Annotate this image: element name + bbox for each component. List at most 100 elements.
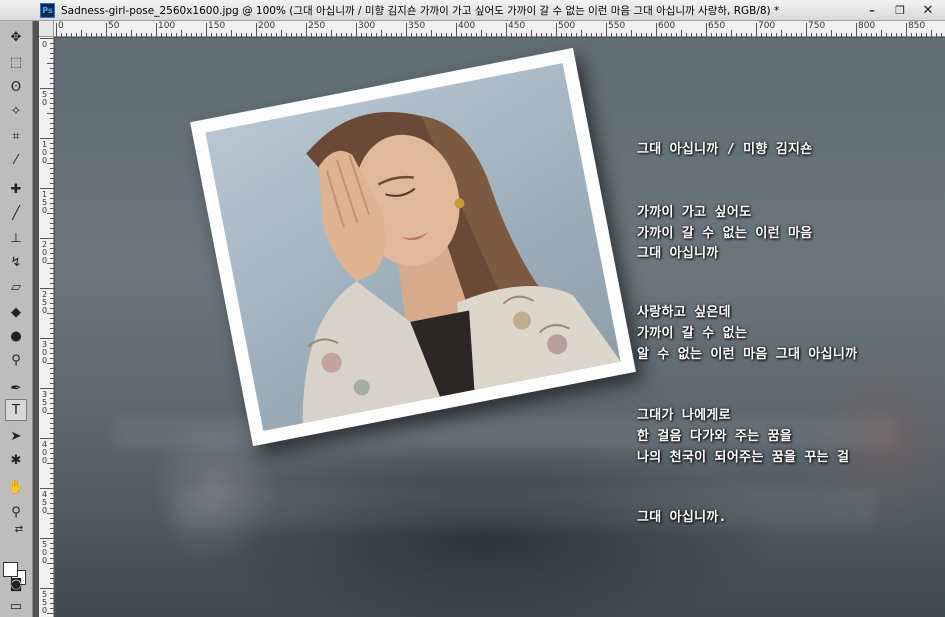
pen-tool-icon[interactable]: ✒	[5, 377, 27, 399]
ruler-label: 500	[558, 21, 576, 31]
stamp-tool-icon[interactable]: ⊥	[5, 227, 27, 249]
ruler-minor-tick	[50, 268, 54, 269]
swap-colors-icon[interactable]: ⇄	[10, 521, 28, 537]
ruler-minor-tick	[141, 33, 142, 37]
lasso-tool-icon[interactable]: ʘ	[5, 76, 27, 98]
ruler-major-tick	[40, 138, 54, 139]
type-tool-icon[interactable]: T	[5, 399, 27, 421]
move-tool-icon[interactable]: ✥	[5, 26, 27, 48]
ruler-minor-tick	[50, 173, 54, 174]
ruler-minor-tick	[50, 298, 54, 299]
ruler-major-tick	[906, 23, 907, 37]
paint-bucket-tool-icon[interactable]: ◆	[5, 301, 27, 323]
eraser-tool-icon[interactable]: ▱	[5, 276, 27, 298]
ruler-major-tick	[756, 23, 757, 37]
ruler-label: 250	[42, 290, 48, 315]
ruler-minor-tick	[50, 433, 54, 434]
ruler-minor-tick	[50, 283, 54, 284]
ruler-minor-tick	[551, 33, 552, 37]
ruler-minor-tick	[50, 253, 54, 254]
ruler-label: 400	[42, 440, 48, 465]
ruler-minor-tick	[666, 33, 667, 37]
ruler-minor-tick	[50, 83, 54, 84]
ruler-minor-tick	[50, 518, 54, 519]
foreground-color-swatch[interactable]	[3, 562, 18, 577]
shape-tool-icon[interactable]: ✱	[5, 449, 27, 471]
ruler-minor-tick	[196, 33, 197, 37]
ruler-minor-tick	[521, 33, 522, 37]
ruler-minor-tick	[50, 103, 54, 104]
poem-title: 그대 아십니까 / 미향 김지숀	[637, 142, 813, 157]
path-select-tool-icon[interactable]: ➤	[5, 425, 27, 447]
ruler-minor-tick	[50, 593, 54, 594]
quick-select-tool-icon[interactable]: ✧	[5, 100, 27, 122]
ruler-minor-tick	[866, 33, 867, 37]
ruler-minor-tick	[431, 30, 432, 37]
ruler-minor-tick	[50, 343, 54, 344]
hand-tool-icon[interactable]: ✋	[5, 476, 27, 498]
ruler-minor-tick	[926, 33, 927, 37]
ruler-minor-tick	[786, 33, 787, 37]
ruler-minor-tick	[171, 33, 172, 37]
ruler-minor-tick	[561, 33, 562, 37]
ruler-minor-tick	[50, 523, 54, 524]
ruler-origin[interactable]	[39, 21, 54, 37]
ruler-minor-tick	[166, 33, 167, 37]
ruler-minor-tick	[391, 33, 392, 37]
restore-button[interactable]: ❐	[887, 2, 913, 18]
ruler-major-tick	[506, 23, 507, 37]
ruler-minor-tick	[321, 33, 322, 37]
marquee-tool-icon[interactable]: ⬚	[5, 51, 27, 73]
polaroid-photo-frame[interactable]	[190, 47, 636, 447]
ruler-minor-tick	[136, 33, 137, 37]
ruler-minor-tick	[686, 33, 687, 37]
ruler-minor-tick	[681, 30, 682, 37]
ruler-minor-tick	[50, 418, 54, 419]
ruler-minor-tick	[876, 33, 877, 37]
ruler-label: 0	[58, 21, 64, 31]
ruler-minor-tick	[566, 33, 567, 37]
ruler-minor-tick	[771, 33, 772, 37]
ruler-major-tick	[556, 23, 557, 37]
ruler-minor-tick	[296, 33, 297, 37]
tools-panel: ✥ ⬚ ʘ ✧ ⌗ ⁄ ✚ ╱ ⊥ ↯ ▱ ◆ ● ⚲ ✒ T ➤ ✱ ✋ ⚲ …	[0, 21, 33, 617]
ruler-minor-tick	[841, 33, 842, 37]
ruler-minor-tick	[671, 33, 672, 37]
history-brush-tool-icon[interactable]: ↯	[5, 251, 27, 273]
ruler-minor-tick	[651, 33, 652, 37]
ruler-label: 800	[858, 21, 876, 31]
close-button[interactable]: ✕	[915, 2, 941, 18]
ruler-minor-tick	[701, 33, 702, 37]
ruler-minor-tick	[281, 30, 282, 37]
ruler-minor-tick	[50, 198, 54, 199]
ruler-label: 300	[358, 21, 376, 31]
ruler-label: 200	[42, 240, 48, 265]
vertical-ruler[interactable]: 0 50 100 150 200 250 300 350 400 450 500 550	[39, 37, 54, 617]
dodge-tool-icon[interactable]: ⚲	[5, 349, 27, 371]
ruler-minor-tick	[616, 33, 617, 37]
eyedropper-tool-icon[interactable]: ⁄	[5, 149, 27, 171]
ruler-minor-tick	[50, 458, 54, 459]
ruler-minor-tick	[496, 33, 497, 37]
ruler-minor-tick	[491, 33, 492, 37]
healing-tool-icon[interactable]: ✚	[5, 178, 27, 200]
ruler-label: 450	[42, 490, 48, 515]
ruler-minor-tick	[741, 33, 742, 37]
screen-mode-icon[interactable]: ▭	[5, 595, 27, 617]
minimize-button[interactable]: –	[859, 2, 885, 18]
horizontal-ruler[interactable]: 0 50 100 150 200 250 300 350 400 450 500 550 600 650 7…	[39, 21, 945, 37]
crop-tool-icon[interactable]: ⌗	[5, 125, 27, 147]
ruler-minor-tick	[50, 543, 54, 544]
ruler-major-tick	[606, 23, 607, 37]
ruler-minor-tick	[816, 33, 817, 37]
document-canvas[interactable]: 그대 아십니까 / 미향 김지숀 가까이 가고 싶어도 가까이 갈 수 없는 이…	[55, 38, 945, 617]
brush-tool-icon[interactable]: ╱	[5, 202, 27, 224]
zoom-tool-icon[interactable]: ⚲	[5, 501, 27, 523]
ruler-minor-tick	[50, 143, 54, 144]
poem-line: 가까이 갈 수 없는 이런 마음	[637, 226, 813, 241]
blur-tool-icon[interactable]: ●	[5, 325, 27, 347]
ruler-minor-tick	[50, 158, 54, 159]
ruler-minor-tick	[641, 33, 642, 37]
ruler-minor-tick	[50, 498, 54, 499]
ruler-minor-tick	[401, 33, 402, 37]
